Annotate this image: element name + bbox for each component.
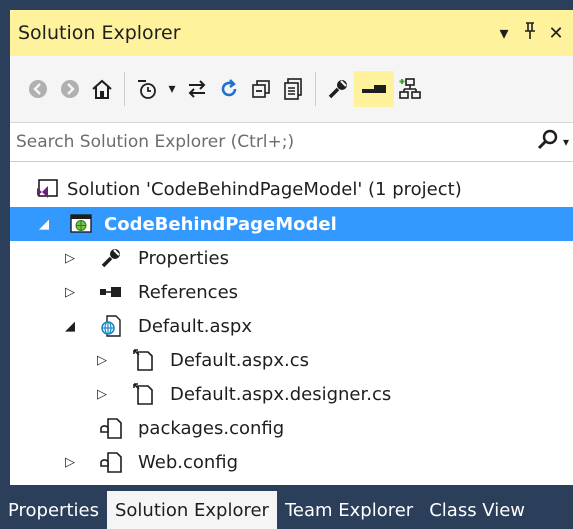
filter-dropdown-icon[interactable]: ▾ bbox=[163, 71, 181, 107]
web-project-icon bbox=[68, 211, 94, 237]
sync-with-active-document-icon[interactable] bbox=[181, 71, 213, 107]
pin-icon[interactable] bbox=[517, 21, 543, 45]
code-file-icon bbox=[130, 381, 156, 407]
panel-title-bar[interactable]: Solution Explorer ▾ ✕ bbox=[10, 10, 573, 56]
close-icon[interactable]: ✕ bbox=[543, 23, 569, 44]
tree-item-label: Default.aspx.designer.cs bbox=[170, 383, 392, 405]
back-icon[interactable] bbox=[22, 71, 54, 107]
tree-item-label: Solution 'CodeBehindPageModel' (1 projec… bbox=[67, 178, 462, 200]
solution-explorer-panel: Solution Explorer ▾ ✕ ▾ Search Solution … bbox=[10, 10, 573, 485]
refresh-icon[interactable] bbox=[213, 71, 245, 107]
solution-icon bbox=[34, 176, 60, 202]
expand-arrow-icon[interactable]: ▷ bbox=[94, 353, 110, 368]
expand-arrow-icon[interactable]: ▷ bbox=[62, 455, 78, 470]
panel-title: Solution Explorer bbox=[18, 22, 181, 44]
tree-item-label: packages.config bbox=[138, 417, 285, 439]
collapse-arrow-icon[interactable]: ◢ bbox=[62, 319, 78, 334]
expand-arrow-icon[interactable]: ▷ bbox=[62, 251, 78, 266]
search-icon[interactable] bbox=[533, 129, 563, 156]
search-options-dropdown-icon[interactable]: ▾ bbox=[563, 135, 573, 149]
tree-item-default-aspx-cs[interactable]: ▷ Default.aspx.cs bbox=[10, 343, 573, 377]
search-box[interactable]: ▾ bbox=[10, 122, 573, 162]
tree-item-label: Default.aspx.cs bbox=[170, 349, 309, 371]
tab-team-explorer[interactable]: Team Explorer bbox=[277, 491, 421, 529]
toolbar: ▾ bbox=[10, 56, 573, 122]
expand-arrow-icon[interactable]: ▷ bbox=[94, 387, 110, 402]
tab-solution-explorer[interactable]: Solution Explorer bbox=[106, 491, 277, 529]
search-input[interactable] bbox=[14, 131, 533, 153]
forward-icon[interactable] bbox=[54, 71, 86, 107]
config-file-icon bbox=[98, 449, 124, 475]
aspx-page-icon bbox=[98, 313, 124, 339]
tree-item-solution[interactable]: Solution 'CodeBehindPageModel' (1 projec… bbox=[10, 172, 573, 206]
config-file-icon bbox=[98, 415, 124, 441]
tree-item-properties[interactable]: ▷ Properties bbox=[10, 241, 573, 275]
collapse-all-icon[interactable] bbox=[245, 71, 277, 107]
tab-class-view[interactable]: Class View bbox=[421, 491, 533, 529]
references-icon bbox=[98, 279, 124, 305]
properties-icon[interactable] bbox=[322, 71, 354, 107]
home-icon[interactable] bbox=[86, 71, 118, 107]
code-file-icon bbox=[130, 347, 156, 373]
tree-item-references[interactable]: ▷ References bbox=[10, 275, 573, 309]
tree-item-default-aspx-designer-cs[interactable]: ▷ Default.aspx.designer.cs bbox=[10, 377, 573, 411]
show-all-files-icon[interactable] bbox=[277, 71, 309, 107]
expand-arrow-icon[interactable]: ▷ bbox=[62, 285, 78, 300]
tree-item-label: References bbox=[138, 281, 239, 303]
toolbar-separator bbox=[315, 72, 316, 106]
tree-item-web-config[interactable]: ▷ Web.config bbox=[10, 445, 573, 479]
solution-tree: Solution 'CodeBehindPageModel' (1 projec… bbox=[10, 162, 573, 485]
tree-item-label: Properties bbox=[138, 247, 229, 269]
tab-properties[interactable]: Properties bbox=[0, 491, 107, 529]
window-position-dropdown-icon[interactable]: ▾ bbox=[491, 23, 517, 44]
tree-item-project[interactable]: ◢ CodeBehindPageModel bbox=[10, 207, 573, 241]
tree-item-default-aspx[interactable]: ◢ Default.aspx bbox=[10, 309, 573, 343]
tree-item-label: Web.config bbox=[138, 451, 239, 473]
pending-changes-filter-icon[interactable] bbox=[131, 71, 163, 107]
collapse-arrow-icon[interactable]: ◢ bbox=[36, 217, 52, 232]
wrench-icon bbox=[98, 245, 124, 271]
view-class-diagram-icon[interactable] bbox=[394, 71, 426, 107]
tree-item-label: Default.aspx bbox=[138, 315, 252, 337]
tree-item-label: CodeBehindPageModel bbox=[104, 213, 337, 235]
bottom-tab-bar: Properties Solution Explorer Team Explor… bbox=[0, 491, 573, 529]
toolbar-separator bbox=[124, 72, 125, 106]
preview-selected-items-icon[interactable] bbox=[354, 71, 394, 107]
tree-item-packages-config[interactable]: packages.config bbox=[10, 411, 573, 445]
